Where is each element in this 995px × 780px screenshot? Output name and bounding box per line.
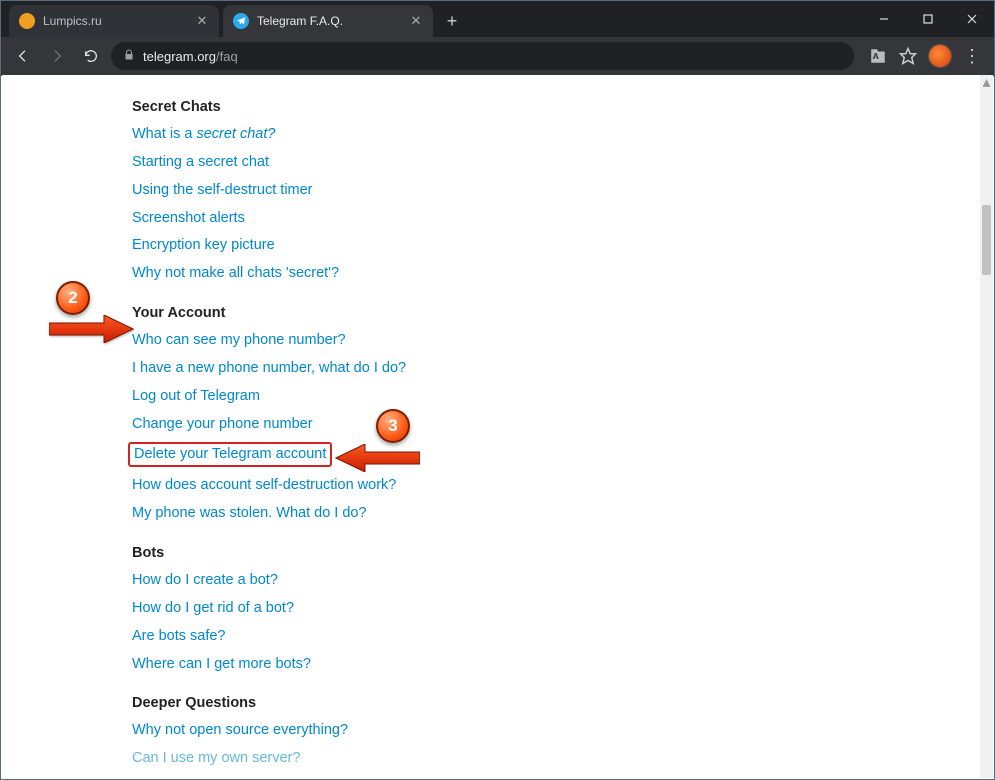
faq-link[interactable]: How does account self-destruction work? [132,476,396,495]
annotation-badge-2: 2 [56,281,90,315]
favicon-lumpics [19,13,35,29]
close-window-button[interactable] [950,1,994,37]
favicon-telegram [233,13,249,29]
minimize-button[interactable] [862,1,906,37]
faq-link[interactable]: Why not open source everything? [132,721,348,740]
section-heading-secret-chats: Secret Chats [132,99,980,115]
faq-content: Secret Chats What is a secret chat? Star… [2,75,980,768]
faq-link[interactable]: Screenshot alerts [132,209,245,228]
link-list: Who can see my phone number? I have a ne… [132,331,980,523]
toolbar: telegram.org/faq ⋮ [1,37,994,76]
link-list: Why not open source everything? Can I us… [132,721,980,768]
scroll-up-arrow[interactable]: ▴ [980,75,993,89]
close-icon[interactable]: ✕ [409,14,423,28]
address-bar[interactable]: telegram.org/faq [111,42,854,70]
faq-link[interactable]: Change your phone number [132,415,313,434]
faq-link[interactable]: How do I create a bot? [132,571,278,590]
faq-link[interactable]: Using the self-destruct timer [132,181,313,200]
forward-button[interactable] [43,42,71,70]
faq-link[interactable]: My phone was stolen. What do I do? [132,504,367,523]
faq-link[interactable]: Encryption key picture [132,236,275,255]
titlebar: Lumpics.ru ✕ Telegram F.A.Q. ✕ + [1,1,994,37]
page-viewport: Secret Chats What is a secret chat? Star… [2,75,980,778]
section-heading-deeper-questions: Deeper Questions [132,695,980,711]
url-text: telegram.org/faq [143,49,238,64]
url-host: telegram.org [143,49,216,64]
faq-link[interactable]: Where can I get more bots? [132,655,311,674]
faq-link[interactable]: How do I get rid of a bot? [132,599,294,618]
annotation-arrow-3 [335,444,420,477]
faq-link[interactable]: Are bots safe? [132,627,226,646]
tab-title: Telegram F.A.Q. [257,14,343,28]
link-list: What is a secret chat? Starting a secret… [132,125,980,283]
annotation-arrow-2 [49,315,134,348]
faq-link[interactable]: Why not make all chats 'secret'? [132,264,339,283]
profile-avatar[interactable] [928,44,952,68]
faq-link[interactable]: I have a new phone number, what do I do? [132,359,406,378]
faq-link[interactable]: Who can see my phone number? [132,331,346,350]
scroll-thumb[interactable] [982,205,991,275]
back-button[interactable] [9,42,37,70]
toolbar-right-icons: ⋮ [860,44,986,68]
link-list: How do I create a bot? How do I get rid … [132,571,980,673]
section-heading-bots: Bots [132,545,980,561]
browser-window: Lumpics.ru ✕ Telegram F.A.Q. ✕ + [0,0,995,780]
translate-icon[interactable] [868,46,888,66]
faq-link[interactable]: Log out of Telegram [132,387,260,406]
lock-icon [123,49,135,64]
close-icon[interactable]: ✕ [195,14,209,28]
section-heading-your-account: Your Account [132,305,980,321]
faq-link-delete-account[interactable]: Delete your Telegram account [128,442,332,467]
faq-link[interactable]: Starting a secret chat [132,153,269,172]
faq-link[interactable]: What is a secret chat? [132,125,275,144]
star-icon[interactable] [898,46,918,66]
faq-link[interactable]: Can I use my own server? [132,749,300,768]
tab-strip: Lumpics.ru ✕ Telegram F.A.Q. ✕ + [1,1,465,37]
new-tab-button[interactable]: + [439,8,465,34]
tab-title: Lumpics.ru [43,14,102,28]
scrollbar[interactable]: ▴ [979,75,993,778]
url-path: /faq [216,49,238,64]
reload-button[interactable] [77,42,105,70]
annotation-badge-3: 3 [376,409,410,443]
tab-telegram-faq[interactable]: Telegram F.A.Q. ✕ [223,5,433,37]
maximize-button[interactable] [906,1,950,37]
window-controls [862,1,994,37]
tab-lumpics[interactable]: Lumpics.ru ✕ [9,5,219,37]
menu-button[interactable]: ⋮ [962,46,982,66]
